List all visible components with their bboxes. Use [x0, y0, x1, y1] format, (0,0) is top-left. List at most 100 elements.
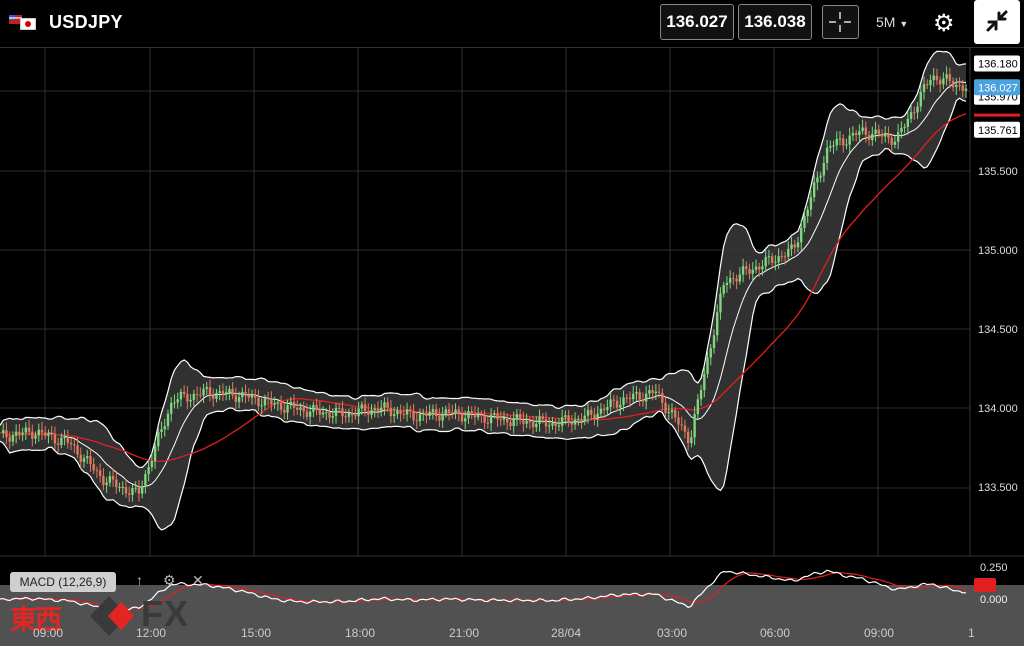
candle-body	[47, 432, 50, 436]
candle-body	[871, 133, 874, 140]
candle-body	[657, 391, 661, 393]
symbol-title[interactable]: USDJPY	[49, 12, 123, 33]
candle-body	[567, 415, 570, 423]
candle-body	[244, 391, 247, 396]
time-label: 15:00	[241, 626, 272, 640]
ask-price-button[interactable]: 136.038	[738, 4, 812, 40]
time-label: 12:00	[136, 626, 167, 640]
candle-body	[761, 266, 764, 270]
price-axis-label: 134.500	[978, 324, 1018, 336]
candle-body	[709, 348, 712, 358]
candle-body	[111, 476, 115, 480]
candle-body	[257, 397, 260, 407]
candle-body	[418, 414, 422, 422]
candle-body	[774, 262, 777, 264]
price-chart[interactable]: 135.500 135.000 134.500 134.000 133.500 136.1…	[0, 48, 1024, 558]
candle-body	[913, 112, 916, 114]
candle-body	[812, 182, 816, 198]
candle-body	[806, 209, 809, 217]
close-icon[interactable]: ✕	[192, 572, 204, 589]
candle-body	[854, 132, 858, 136]
candle-body	[14, 431, 18, 436]
time-label: 1	[968, 626, 975, 640]
candle-body	[296, 407, 299, 410]
collapse-icon	[986, 10, 1008, 32]
candle-body	[861, 127, 864, 132]
candle-body	[867, 134, 871, 140]
candle-body	[76, 445, 79, 455]
gear-icon[interactable]: ⚙	[933, 9, 955, 38]
candle-body	[667, 412, 670, 414]
candle-body	[53, 434, 57, 444]
candle-body	[347, 412, 351, 417]
timeframe-dropdown[interactable]: 5M ▼	[876, 14, 908, 30]
candle-body	[428, 411, 431, 416]
up-arrow-icon[interactable]: ↑	[136, 572, 143, 588]
candle-body	[105, 482, 108, 486]
candle-body	[266, 398, 270, 400]
candle-body	[312, 404, 315, 412]
candle-body	[716, 312, 719, 336]
candle-body	[50, 432, 53, 435]
candle-body	[231, 388, 234, 396]
candle-body	[800, 227, 803, 243]
candle-body	[880, 134, 884, 137]
candle-body	[208, 387, 212, 396]
candle-body	[767, 256, 771, 258]
candle-body	[777, 256, 780, 263]
candle-body	[832, 145, 835, 147]
candle-body	[338, 407, 341, 409]
candle-body	[522, 419, 525, 424]
candle-body	[906, 118, 910, 127]
candle-body	[415, 420, 418, 422]
candle-body	[476, 414, 480, 418]
gear-icon[interactable]: ⚙	[163, 572, 176, 589]
candle-body	[483, 415, 486, 423]
candle-body	[334, 407, 338, 417]
candle-body	[819, 175, 822, 178]
time-label: 28/04	[551, 626, 582, 640]
candle-body	[515, 414, 519, 420]
candle-body	[40, 429, 44, 433]
candle-body	[560, 417, 564, 426]
candle-body	[686, 431, 690, 444]
candle-body	[961, 85, 964, 91]
candle-body	[186, 393, 189, 402]
candle-body	[166, 413, 170, 427]
candle-body	[951, 81, 955, 88]
candle-body	[770, 256, 774, 263]
candle-body	[499, 419, 502, 421]
collapse-button[interactable]	[974, 0, 1020, 44]
candle-body	[108, 476, 112, 483]
candle-body	[964, 88, 968, 91]
candle-body	[205, 387, 208, 389]
macd-axis-label: 0.000	[980, 594, 1008, 606]
candle-body	[124, 487, 128, 494]
bid-price-button[interactable]: 136.027	[660, 4, 734, 40]
candle-body	[538, 416, 541, 424]
candle-body	[664, 402, 667, 414]
candle-body	[900, 127, 903, 133]
candle-body	[541, 416, 544, 419]
candle-body	[573, 419, 577, 425]
candle-body	[128, 493, 131, 495]
candle-body	[635, 392, 638, 394]
macd-indicator-label[interactable]: MACD (12,26,9)	[10, 572, 116, 592]
candle-body	[60, 437, 63, 445]
candle-body	[79, 454, 82, 462]
jp-flag-icon	[20, 18, 36, 30]
macd-axis-label: 0.250	[980, 562, 1008, 574]
candle-body	[564, 415, 567, 418]
candle-body	[357, 408, 360, 417]
candle-body	[331, 416, 334, 418]
crosshair-button[interactable]	[822, 5, 859, 39]
candle-body	[24, 427, 28, 433]
candle-body	[44, 432, 47, 436]
candle-body	[606, 407, 609, 411]
candle-body	[548, 425, 551, 427]
candle-body	[935, 75, 939, 81]
candle-body	[509, 422, 512, 427]
candle-body	[654, 391, 658, 394]
candle-body	[451, 412, 454, 414]
candle-body	[447, 409, 451, 413]
